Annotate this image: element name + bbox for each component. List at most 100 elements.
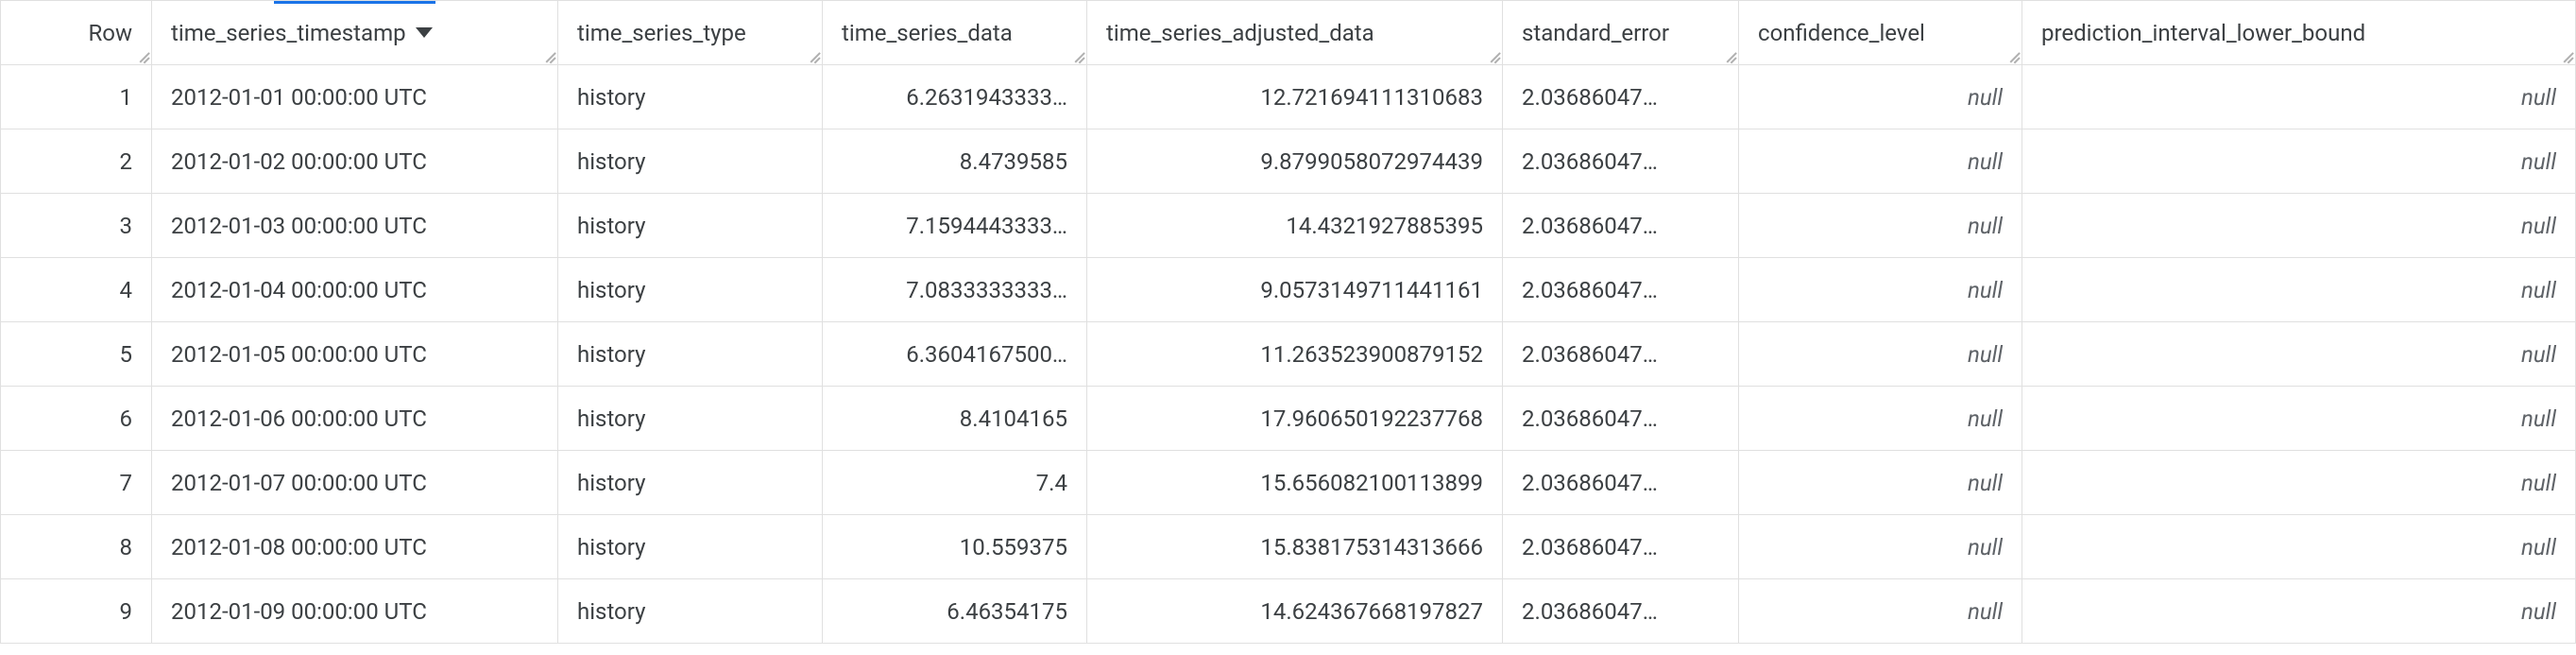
header-label: standard_error [1522, 20, 1669, 46]
table-body: 12012-01-01 00:00:00 UTChistory6.2631943… [1, 65, 2576, 644]
cell-timestamp: 2012-01-07 00:00:00 UTC [152, 451, 558, 515]
cell-row-index: 4 [1, 258, 152, 322]
cell-type: history [558, 515, 823, 579]
cell-confidence-level: null [1739, 451, 2022, 515]
resize-handle-icon[interactable] [1487, 49, 1500, 62]
cell-adjusted-data: 15.838175314313666 [1087, 515, 1503, 579]
column-header-type[interactable]: time_series_type [558, 1, 823, 65]
cell-timestamp: 2012-01-01 00:00:00 UTC [152, 65, 558, 129]
cell-prediction-lower: null [2022, 194, 2576, 258]
cell-adjusted-data: 9.8799058072974439 [1087, 129, 1503, 194]
cell-prediction-lower: null [2022, 65, 2576, 129]
cell-standard-error: 2.03686047… [1503, 129, 1739, 194]
cell-prediction-lower: null [2022, 322, 2576, 387]
resize-handle-icon[interactable] [2560, 49, 2573, 62]
cell-standard-error: 2.03686047… [1503, 579, 1739, 644]
cell-prediction-lower: null [2022, 129, 2576, 194]
null-value: null [1758, 341, 2003, 368]
table-row[interactable]: 62012-01-06 00:00:00 UTChistory8.4104165… [1, 387, 2576, 451]
header-row: Row time_series_timestamp time_series_ty… [1, 1, 2576, 65]
cell-adjusted-data: 9.0573149711441161 [1087, 258, 1503, 322]
header-label: Row [88, 20, 132, 46]
column-header-confidence-level[interactable]: confidence_level [1739, 1, 2022, 65]
header-label: prediction_interval_lower_bound [2041, 20, 2365, 46]
column-header-data[interactable]: time_series_data [823, 1, 1087, 65]
table-row[interactable]: 92012-01-09 00:00:00 UTChistory6.4635417… [1, 579, 2576, 644]
cell-confidence-level: null [1739, 258, 2022, 322]
cell-row-index: 6 [1, 387, 152, 451]
column-header-row-index[interactable]: Row [1, 1, 152, 65]
cell-type: history [558, 194, 823, 258]
cell-confidence-level: null [1739, 515, 2022, 579]
cell-confidence-level: null [1739, 194, 2022, 258]
resize-handle-icon[interactable] [807, 49, 820, 62]
cell-confidence-level: null [1739, 387, 2022, 451]
cell-row-index: 9 [1, 579, 152, 644]
column-header-standard-error[interactable]: standard_error [1503, 1, 1739, 65]
table-row[interactable]: 12012-01-01 00:00:00 UTChistory6.2631943… [1, 65, 2576, 129]
sort-desc-icon[interactable] [416, 27, 433, 38]
cell-adjusted-data: 14.4321927885395 [1087, 194, 1503, 258]
cell-timestamp: 2012-01-08 00:00:00 UTC [152, 515, 558, 579]
header-label: time_series_adjusted_data [1106, 20, 1374, 46]
cell-data: 6.46354175 [823, 579, 1087, 644]
null-value: null [2041, 213, 2556, 239]
header-label: time_series_data [842, 20, 1013, 46]
cell-prediction-lower: null [2022, 579, 2576, 644]
cell-timestamp: 2012-01-03 00:00:00 UTC [152, 194, 558, 258]
cell-data: 7.4 [823, 451, 1087, 515]
resize-handle-icon[interactable] [542, 49, 555, 62]
null-value: null [2041, 277, 2556, 303]
cell-standard-error: 2.03686047… [1503, 194, 1739, 258]
cell-adjusted-data: 14.624367668197827 [1087, 579, 1503, 644]
cell-prediction-lower: null [2022, 258, 2576, 322]
cell-confidence-level: null [1739, 322, 2022, 387]
cell-type: history [558, 322, 823, 387]
null-value: null [1758, 405, 2003, 432]
table-row[interactable]: 52012-01-05 00:00:00 UTChistory6.3604167… [1, 322, 2576, 387]
column-header-timestamp[interactable]: time_series_timestamp [152, 1, 558, 65]
table-row[interactable]: 82012-01-08 00:00:00 UTChistory10.559375… [1, 515, 2576, 579]
cell-standard-error: 2.03686047… [1503, 451, 1739, 515]
cell-standard-error: 2.03686047… [1503, 387, 1739, 451]
table-row[interactable]: 72012-01-07 00:00:00 UTChistory7.415.656… [1, 451, 2576, 515]
cell-data: 7.0833333333… [823, 258, 1087, 322]
table-header: Row time_series_timestamp time_series_ty… [1, 1, 2576, 65]
null-value: null [2041, 148, 2556, 175]
cell-type: history [558, 258, 823, 322]
table-row[interactable]: 42012-01-04 00:00:00 UTChistory7.0833333… [1, 258, 2576, 322]
cell-type: history [558, 579, 823, 644]
cell-data: 6.3604167500… [823, 322, 1087, 387]
null-value: null [2041, 84, 2556, 111]
cell-timestamp: 2012-01-09 00:00:00 UTC [152, 579, 558, 644]
table-row[interactable]: 32012-01-03 00:00:00 UTChistory7.1594443… [1, 194, 2576, 258]
null-value: null [1758, 598, 2003, 625]
cell-timestamp: 2012-01-05 00:00:00 UTC [152, 322, 558, 387]
column-header-prediction-lower[interactable]: prediction_interval_lower_bound [2022, 1, 2576, 65]
cell-adjusted-data: 11.263523900879152 [1087, 322, 1503, 387]
cell-adjusted-data: 15.656082100113899 [1087, 451, 1503, 515]
null-value: null [1758, 534, 2003, 560]
cell-data: 6.2631943333… [823, 65, 1087, 129]
cell-data: 10.559375 [823, 515, 1087, 579]
cell-type: history [558, 387, 823, 451]
resize-handle-icon[interactable] [1071, 49, 1084, 62]
cell-row-index: 7 [1, 451, 152, 515]
header-label: time_series_type [577, 20, 746, 46]
cell-timestamp: 2012-01-06 00:00:00 UTC [152, 387, 558, 451]
cell-row-index: 2 [1, 129, 152, 194]
cell-row-index: 5 [1, 322, 152, 387]
table-row[interactable]: 22012-01-02 00:00:00 UTChistory8.4739585… [1, 129, 2576, 194]
resize-handle-icon[interactable] [1723, 49, 1736, 62]
cell-row-index: 3 [1, 194, 152, 258]
results-table: Row time_series_timestamp time_series_ty… [0, 0, 2576, 644]
cell-standard-error: 2.03686047… [1503, 258, 1739, 322]
cell-standard-error: 2.03686047… [1503, 515, 1739, 579]
cell-timestamp: 2012-01-02 00:00:00 UTC [152, 129, 558, 194]
resize-handle-icon[interactable] [136, 49, 149, 62]
null-value: null [1758, 213, 2003, 239]
resize-handle-icon[interactable] [2006, 49, 2020, 62]
null-value: null [2041, 534, 2556, 560]
null-value: null [2041, 405, 2556, 432]
column-header-adjusted-data[interactable]: time_series_adjusted_data [1087, 1, 1503, 65]
